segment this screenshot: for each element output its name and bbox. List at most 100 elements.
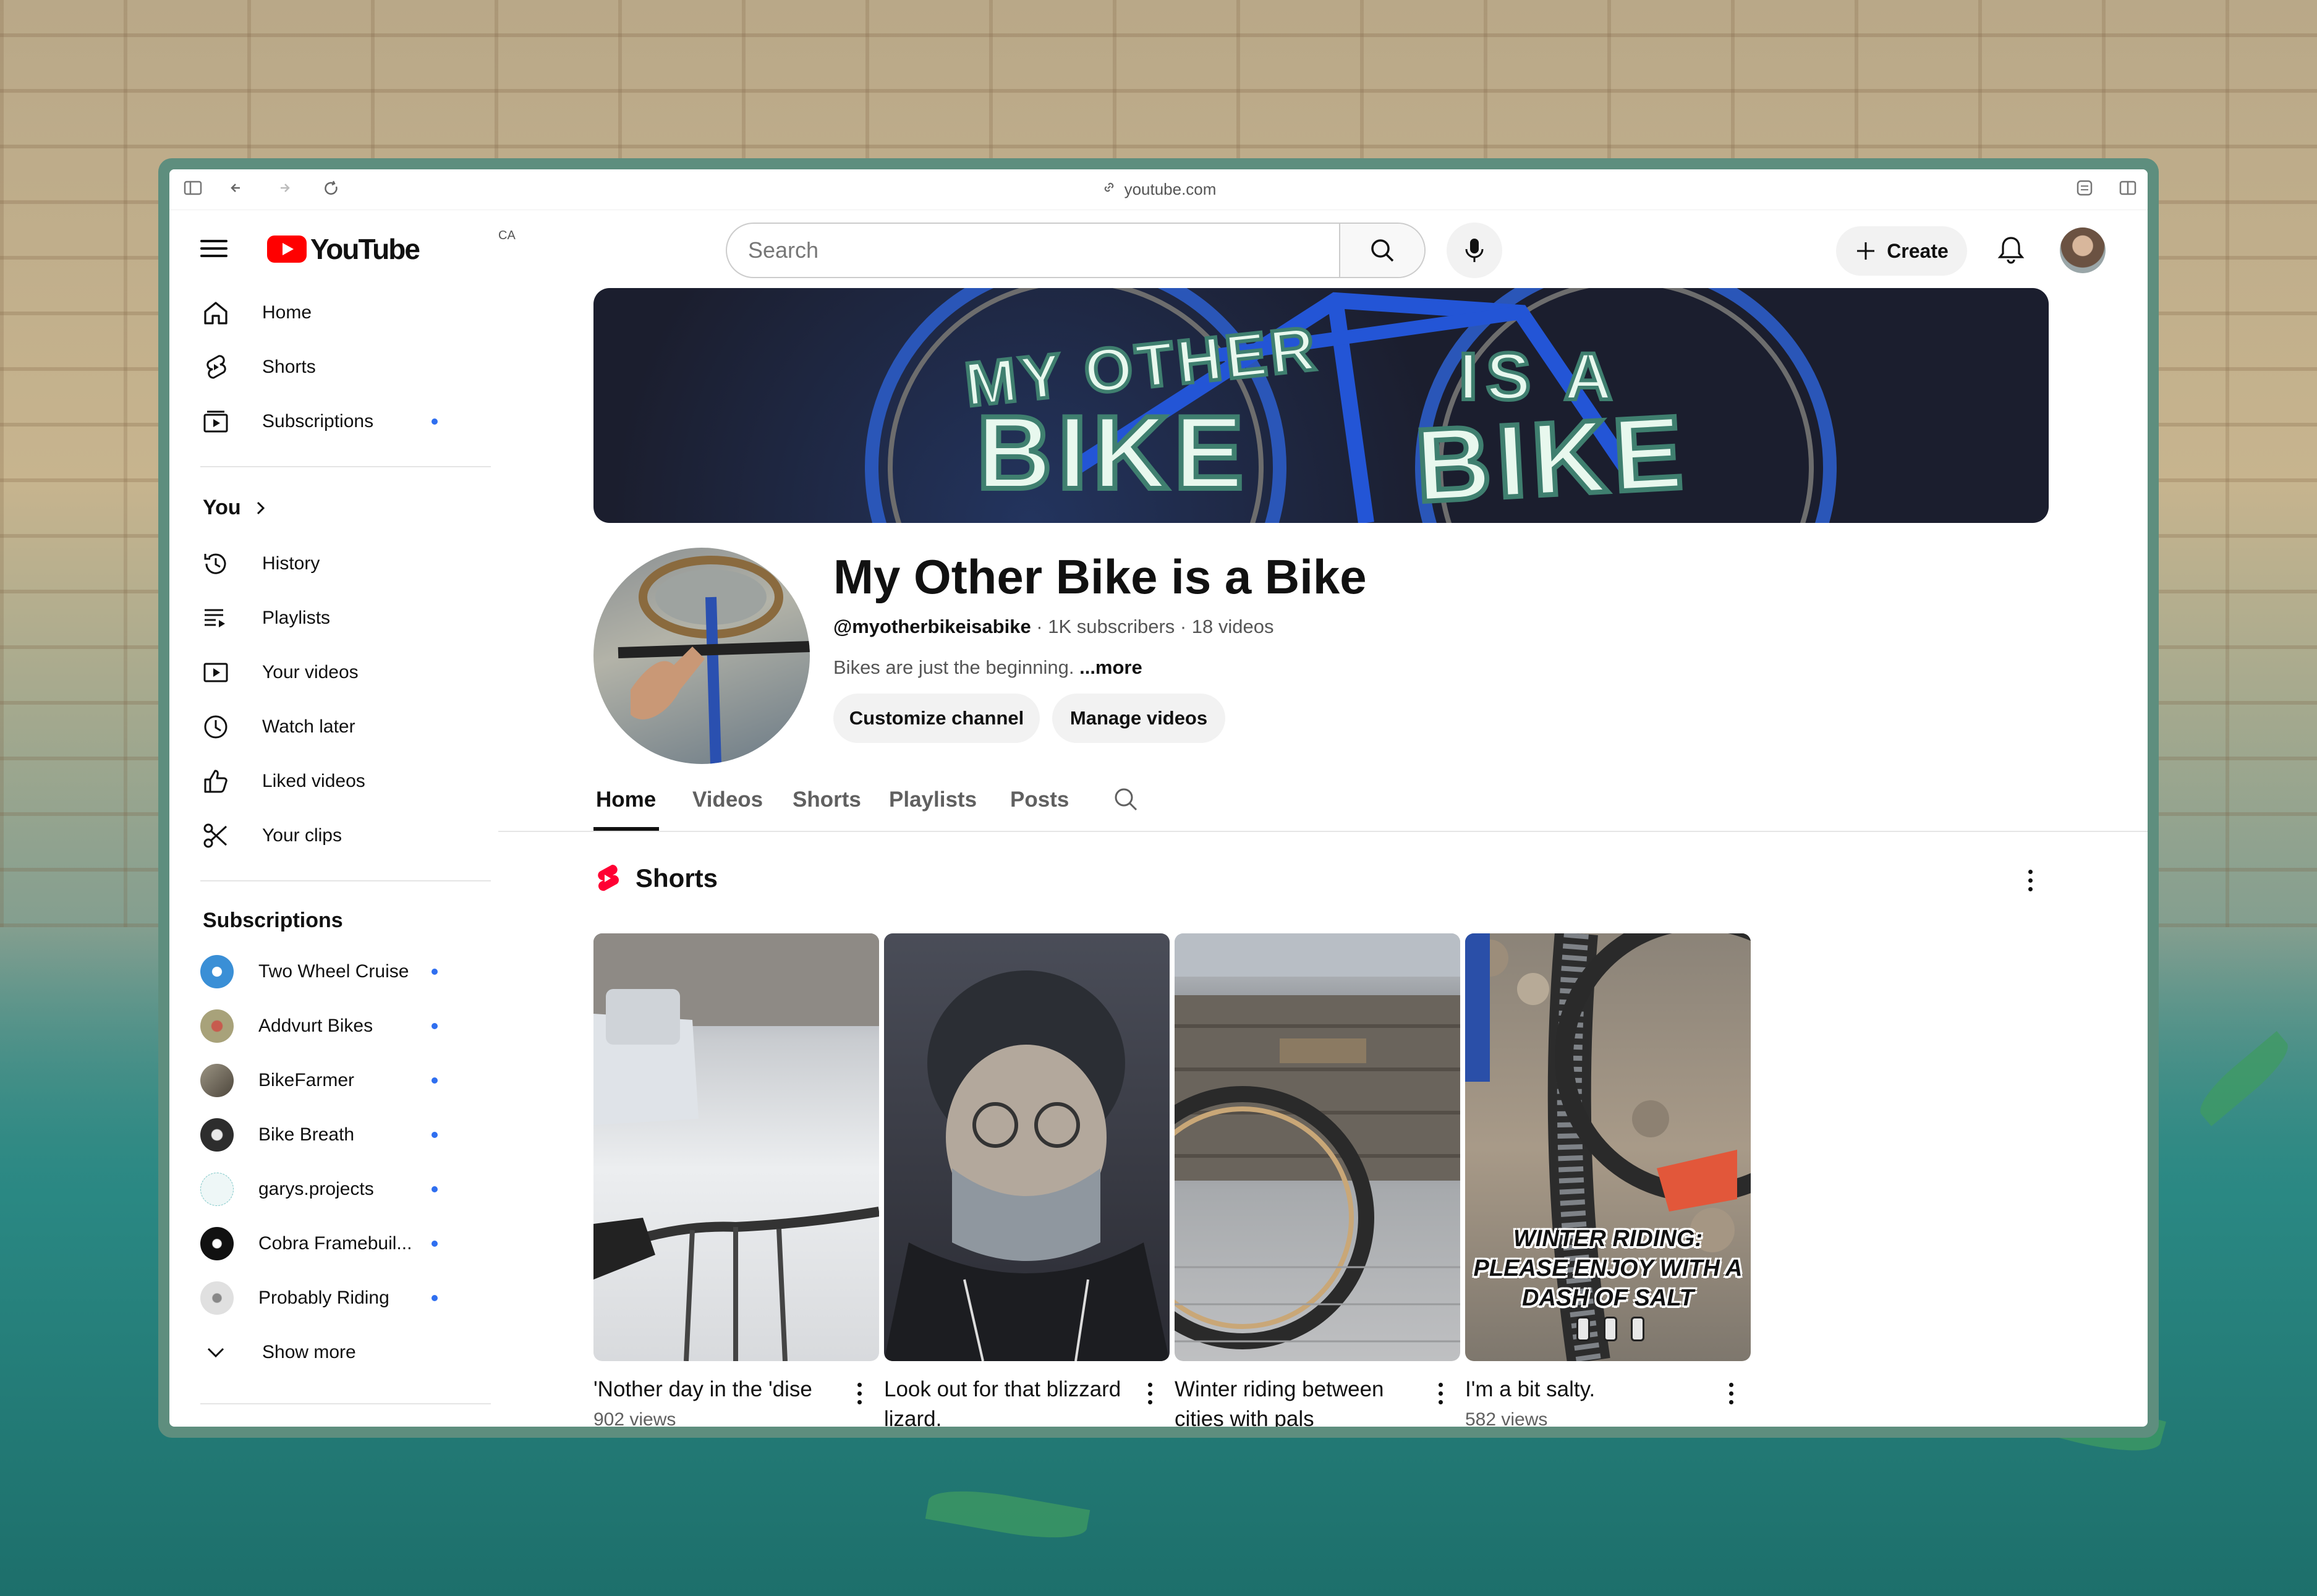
notifications-button[interactable] <box>1989 229 2033 272</box>
channel-search-button[interactable] <box>1112 785 1140 817</box>
search-icon <box>1115 788 1137 811</box>
channel-avatar <box>200 1118 234 1152</box>
tabs-divider <box>498 831 2148 832</box>
menu-icon[interactable] <box>200 235 227 262</box>
section-more-options-button[interactable] <box>2018 862 2043 899</box>
short-title[interactable]: 'Nother day in the 'dise <box>593 1375 841 1404</box>
short-card[interactable]: Look out for that blizzard lizard. <box>884 933 1170 1427</box>
channel-avatar <box>200 1281 234 1315</box>
sidebar-item-home[interactable]: Home <box>200 294 312 331</box>
search-icon <box>1371 239 1394 262</box>
short-thumbnail[interactable] <box>593 933 879 1361</box>
reload-icon[interactable] <box>320 178 342 200</box>
sidebar-item-your-videos[interactable]: Your videos <box>200 654 359 691</box>
sidebar-item-shorts[interactable]: Shorts <box>200 349 316 386</box>
overlay-line: WINTER RIDING: <box>1513 1226 1703 1252</box>
sidebar-item-label: Your clips <box>262 825 342 846</box>
back-arrow-icon[interactable] <box>226 178 249 200</box>
thumbnail-image <box>884 970 1170 1361</box>
link-icon <box>1101 179 1117 200</box>
sidebar-item-label: Your videos <box>262 662 359 682</box>
sidebar-toggle-icon[interactable] <box>182 178 204 200</box>
tab-posts[interactable]: Posts <box>1010 787 1069 812</box>
tab-videos[interactable]: Videos <box>692 787 763 812</box>
sidebar-item-history[interactable]: History <box>200 545 320 582</box>
sidebar-item-watch-later[interactable]: Watch later <box>200 708 355 745</box>
sidebar-item-your-clips[interactable]: Your clips <box>200 817 342 854</box>
tab-playlists[interactable]: Playlists <box>889 787 977 812</box>
tab-home[interactable]: Home <box>596 787 656 812</box>
short-card[interactable]: Winter riding between cities with pals <box>1175 933 1460 1427</box>
subscription-item[interactable]: Cobra Framebuil... <box>200 1225 412 1262</box>
browser-toolbar: youtube.com <box>169 169 2148 210</box>
youtube-play-icon <box>267 236 307 263</box>
voice-search-button[interactable] <box>1447 223 1502 278</box>
shorts-section-title: Shorts <box>636 864 718 893</box>
split-view-icon[interactable] <box>2117 178 2139 200</box>
youtube-logo[interactable]: YouTube CA <box>267 229 516 266</box>
short-thumbnail[interactable]: WINTER RIDING: PLEASE ENJOY WITH A DASH … <box>1465 933 1751 1361</box>
sidebar-item-liked-videos[interactable]: Liked videos <box>200 763 365 800</box>
subscription-item[interactable]: Two Wheel Cruise <box>200 953 409 990</box>
short-card[interactable]: 'Nother day in the 'dise 902 views <box>593 933 879 1427</box>
channel-avatar-large[interactable] <box>593 548 810 764</box>
new-content-dot <box>432 1241 438 1247</box>
youtube-header: YouTube CA Search Create <box>169 210 2148 294</box>
thumbnail-image <box>593 933 879 1361</box>
show-more-label: Show more <box>262 1342 356 1362</box>
short-more-options-button[interactable] <box>1428 1375 1453 1412</box>
shorts-section-header: Shorts <box>593 863 718 894</box>
sidebar-item-subscriptions[interactable]: Subscriptions <box>200 403 373 440</box>
search-button[interactable] <box>1339 224 1424 277</box>
channel-description[interactable]: Bikes are just the beginning. ...more <box>833 656 1142 679</box>
channel-avatar <box>200 1064 234 1097</box>
subscription-item[interactable]: Bike Breath <box>200 1116 354 1153</box>
tab-shorts[interactable]: Shorts <box>793 787 861 812</box>
sidebar-item-playlists[interactable]: Playlists <box>200 600 330 637</box>
subscriptions-icon <box>200 406 231 437</box>
country-code: CA <box>498 229 516 242</box>
subscription-item[interactable]: Addvurt Bikes <box>200 1008 373 1045</box>
channel-stats: · 1K subscribers · 18 videos <box>1031 616 1274 637</box>
short-more-options-button[interactable] <box>1137 1375 1162 1412</box>
description-text: Bikes are just the beginning. <box>833 656 1080 678</box>
bicycle-illustration <box>865 288 1837 523</box>
short-title[interactable]: Look out for that blizzard lizard. <box>884 1375 1131 1427</box>
shorts-logo-icon <box>598 864 619 891</box>
extension-icon[interactable] <box>2073 178 2096 200</box>
address-bar[interactable]: youtube.com <box>1047 178 1270 200</box>
create-button[interactable]: Create <box>1836 226 1967 276</box>
subscription-item[interactable]: Probably Riding <box>200 1280 389 1317</box>
subscription-item[interactable]: garys.projects <box>200 1171 374 1208</box>
channel-avatar <box>200 1009 234 1043</box>
channel-meta: @myotherbikeisabike · 1K subscribers · 1… <box>833 616 1274 638</box>
customize-channel-button[interactable]: Customize channel <box>833 694 1040 743</box>
short-title[interactable]: Winter riding between cities with pals <box>1175 1375 1422 1427</box>
short-thumbnail[interactable] <box>884 933 1170 1361</box>
channel-avatar <box>200 1173 234 1206</box>
account-avatar[interactable] <box>2060 227 2106 273</box>
sidebar-item-label: Liked videos <box>262 771 365 791</box>
sidebar-item-label: Home <box>262 302 312 323</box>
short-title[interactable]: I'm a bit salty. <box>1465 1375 1712 1404</box>
sidebar-item-label: History <box>262 553 320 574</box>
new-content-dot <box>432 418 438 425</box>
you-section-header[interactable]: You <box>203 496 268 520</box>
sidebar-divider <box>200 880 491 881</box>
short-more-options-button[interactable] <box>1719 1375 1743 1412</box>
forward-arrow-icon[interactable] <box>273 178 295 200</box>
short-more-options-button[interactable] <box>847 1375 872 1412</box>
short-card[interactable]: WINTER RIDING: PLEASE ENJOY WITH A DASH … <box>1465 933 1751 1427</box>
subscription-item[interactable]: BikeFarmer <box>200 1062 354 1099</box>
salt-shaker-icons <box>1576 1317 1644 1341</box>
manage-videos-button[interactable]: Manage videos <box>1052 694 1225 743</box>
more-link[interactable]: ...more <box>1079 656 1142 678</box>
channel-handle: @myotherbikeisabike <box>833 616 1031 637</box>
short-thumbnail[interactable] <box>1175 933 1460 1361</box>
search-input[interactable]: Search <box>727 224 1339 277</box>
show-more-button[interactable]: Show more <box>200 1334 356 1371</box>
chevron-right-icon <box>257 501 265 514</box>
new-content-dot <box>432 1295 438 1301</box>
sidebar: Home Shorts Subscriptions You History Pl… <box>169 294 503 1427</box>
you-title: You <box>203 496 241 519</box>
